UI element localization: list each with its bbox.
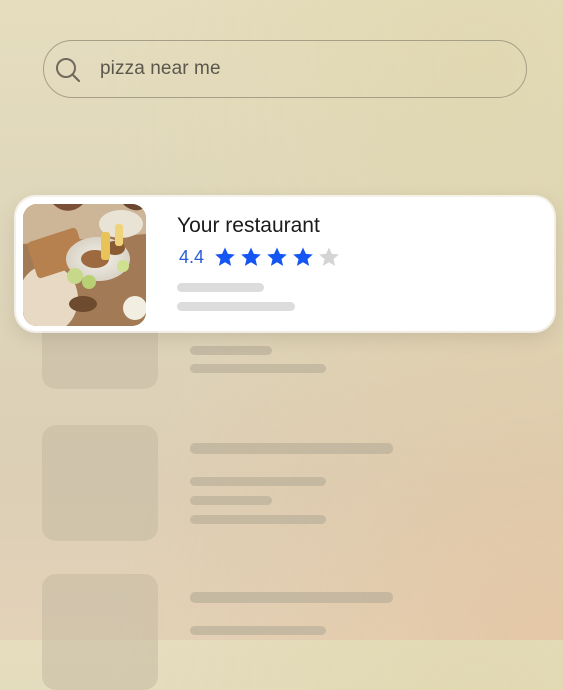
result-thumbnail-placeholder: [42, 425, 158, 541]
result-line-placeholder: [190, 626, 326, 635]
result-line-placeholder: [190, 496, 272, 505]
search-icon: [54, 56, 82, 84]
result-line-placeholder: [190, 515, 326, 524]
star-filled-icon: [241, 247, 261, 266]
featured-result-card[interactable]: Your restaurant 4.4: [16, 197, 554, 331]
rating: 4.4: [179, 246, 344, 268]
result-thumbnail-placeholder: [42, 574, 158, 690]
result-line-placeholder: [190, 477, 326, 486]
result-line-placeholder: [190, 364, 326, 373]
restaurant-photo: [23, 204, 146, 326]
search-bar[interactable]: pizza near me: [43, 40, 527, 98]
result-line-placeholder: [190, 346, 272, 355]
star-filled-icon: [215, 247, 235, 266]
star-filled-icon: [267, 247, 287, 266]
result-detail-placeholder: [177, 302, 295, 311]
star-rating: [214, 246, 344, 268]
search-input[interactable]: pizza near me: [100, 58, 221, 80]
result-title-placeholder: [190, 592, 393, 603]
result-title-placeholder: [190, 443, 393, 454]
star-empty-icon: [319, 247, 339, 266]
rating-value: 4.4: [179, 246, 205, 267]
restaurant-name: Your restaurant: [177, 214, 320, 237]
result-detail-placeholder: [177, 283, 264, 292]
star-filled-icon: [293, 247, 313, 266]
